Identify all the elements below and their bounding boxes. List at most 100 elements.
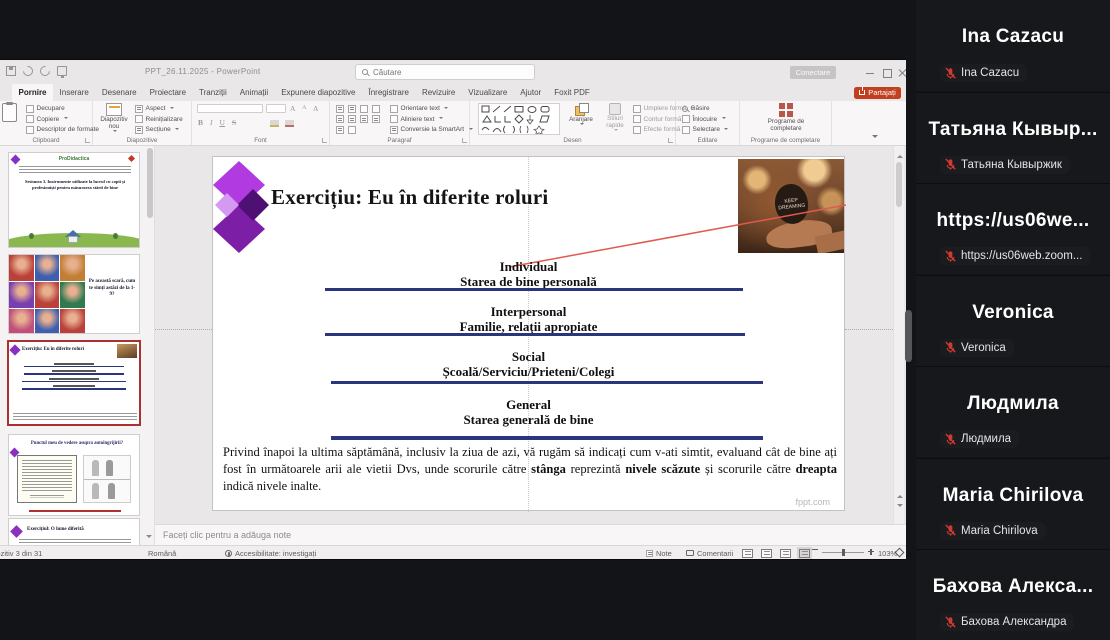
shrink-font-button[interactable]: A [302, 104, 306, 113]
thumbnail-slide-2[interactable]: Pe această scară, cum te simți astăzi de… [8, 254, 140, 334]
zoom-in-button[interactable] [868, 549, 874, 555]
notes-toggle[interactable]: Note [646, 549, 672, 558]
collapse-ribbon-icon[interactable] [872, 135, 878, 141]
close-icon[interactable] [897, 68, 906, 78]
bullets-icon[interactable] [336, 105, 344, 113]
cut-button[interactable]: Decupare [26, 104, 65, 113]
reading-view-icon[interactable] [780, 549, 791, 558]
line-spacing-icon[interactable] [336, 126, 344, 134]
redo-icon[interactable] [38, 64, 52, 78]
align-center-icon[interactable] [348, 115, 356, 123]
scrollbar-thumb[interactable] [896, 162, 902, 207]
smartart-button[interactable]: Conversie la SmartArt [390, 125, 473, 134]
share-button[interactable]: Partajați [854, 87, 901, 100]
tab-inserare[interactable]: Inserare [53, 84, 95, 101]
thumbnail-scrollbar[interactable] [147, 148, 153, 218]
fit-to-window-button[interactable] [896, 549, 903, 556]
columns-icon[interactable] [348, 126, 356, 134]
slide-sorter-view-icon[interactable] [761, 549, 772, 558]
tab-ajutor[interactable]: Ajutor [514, 84, 548, 101]
underline-button[interactable]: U [220, 118, 225, 127]
participant-tile[interactable]: Maria Chirilova Maria Chirilova [916, 458, 1110, 549]
text-orientation-button[interactable]: Orientare text [390, 104, 448, 113]
find-button[interactable]: Găsire [682, 104, 710, 113]
participant-tile[interactable]: Людмила Людмила [916, 366, 1110, 457]
language-indicator[interactable]: Română [148, 549, 176, 558]
zoom-slider[interactable] [822, 552, 864, 553]
participants-scrollbar-thumb[interactable] [905, 310, 912, 362]
thumbnail-slide-1[interactable]: ProDidactica Sesiunea 3. Instrumente uti… [8, 152, 140, 248]
copy-button[interactable]: Copiere [26, 115, 68, 124]
paragraph-dialog-launcher[interactable] [462, 138, 467, 143]
participant-tile[interactable]: https://us06we... https://us06web.zoom..… [916, 183, 1110, 274]
tab-pornire[interactable]: Pornire [12, 84, 53, 101]
format-painter-button[interactable]: Descriptor de formate [26, 125, 99, 134]
layout-button[interactable]: Aspect [135, 104, 174, 113]
font-color-icon[interactable] [285, 120, 294, 127]
quick-styles-button[interactable]: Stiluri rapide [600, 103, 630, 133]
accessibility-indicator[interactable]: Accesibilitate: investigați [225, 549, 316, 558]
italic-button[interactable]: I [210, 118, 213, 127]
font-dialog-launcher[interactable] [322, 138, 327, 143]
highlight-color-icon[interactable] [270, 120, 279, 127]
participant-tile[interactable]: Veronica Veronica [916, 275, 1110, 366]
tab-foxit-pdf[interactable]: Foxit PDF [548, 84, 597, 101]
new-slide-button[interactable]: Diapozitiv nou [97, 103, 131, 134]
normal-view-icon[interactable] [742, 549, 753, 558]
thumbnail-scroll-down-icon[interactable] [146, 535, 152, 541]
reset-button[interactable]: Reinițializare [135, 115, 183, 124]
notes-pane[interactable]: Faceți clic pentru a adăuga note [155, 524, 906, 545]
tab-inregistrare[interactable]: Înregistrare [362, 84, 415, 101]
search-input[interactable] [373, 68, 513, 77]
thumbnail-slide-3-selected[interactable]: Exercițiu: Eu în diferite roluri [7, 340, 141, 426]
strikethrough-button[interactable]: S [232, 118, 236, 127]
tab-animatii[interactable]: Animații [233, 84, 274, 101]
sign-in-button[interactable]: Conectare [790, 66, 836, 79]
tab-revizuire[interactable]: Revizuire [415, 84, 461, 101]
numbering-icon[interactable] [348, 105, 356, 113]
search-box[interactable] [355, 64, 535, 80]
font-size-combo[interactable] [266, 104, 286, 113]
increase-indent-icon[interactable] [372, 105, 380, 113]
slideshow-view-icon[interactable] [799, 549, 810, 558]
align-right-icon[interactable] [360, 115, 368, 123]
align-text-button[interactable]: Aliniere text [390, 115, 443, 124]
clear-formatting-button[interactable]: A [313, 104, 318, 113]
start-slideshow-icon[interactable] [57, 66, 67, 76]
tab-vizualizare[interactable]: Vizualizare [462, 84, 514, 101]
maximize-icon[interactable] [881, 68, 893, 78]
zoom-out-button[interactable] [812, 549, 818, 550]
participant-tile[interactable]: Ina Cazacu Ina Cazacu [916, 0, 1110, 91]
shapes-gallery[interactable] [478, 103, 560, 135]
participant-tile[interactable]: Бахова Алекса... Бахова Александра [916, 549, 1110, 640]
font-name-combo[interactable] [197, 104, 263, 113]
decrease-indent-icon[interactable] [360, 105, 368, 113]
scroll-up-icon[interactable] [897, 152, 903, 158]
section-button[interactable]: Secțiune [135, 125, 179, 134]
clipboard-dialog-launcher[interactable] [85, 138, 90, 143]
grow-font-button[interactable]: A [290, 104, 295, 113]
replace-button[interactable]: Înlocuire [682, 115, 726, 124]
minimize-icon[interactable] [864, 68, 876, 78]
undo-icon[interactable] [21, 64, 35, 78]
participant-tile[interactable]: Татьяна Кывыр... Татьяна Кывыржик [916, 92, 1110, 183]
editor-scrollbar[interactable] [893, 146, 904, 524]
tab-tranzitii[interactable]: Tranziții [193, 84, 234, 101]
zoom-slider-thumb[interactable] [842, 549, 845, 556]
thumbnail-slide-4[interactable]: Punctul meu de vedere asupra autoîngriji… [8, 434, 140, 516]
align-left-icon[interactable] [336, 115, 344, 123]
paste-button[interactable] [2, 103, 17, 122]
save-icon[interactable] [6, 66, 16, 76]
tab-expunere-diapozitive[interactable]: Expunere diapozitive [275, 84, 362, 101]
slide-canvas[interactable]: Exercițiu: Eu în diferite roluri KEEP DR… [212, 156, 845, 511]
arrange-button[interactable]: Aranjare [565, 103, 597, 127]
justify-icon[interactable] [372, 115, 380, 123]
drawing-dialog-launcher[interactable] [668, 138, 673, 143]
tab-desenare[interactable]: Desenare [95, 84, 143, 101]
addins-button[interactable]: Programe de completare [764, 103, 808, 132]
next-slide-icon[interactable] [897, 504, 903, 510]
bold-button[interactable]: B [198, 118, 203, 127]
comments-toggle[interactable]: Comentarii [686, 549, 733, 558]
previous-slide-icon[interactable] [897, 492, 903, 498]
thumbnail-slide-5[interactable]: Exercițiul: O lume diferită [8, 518, 140, 545]
